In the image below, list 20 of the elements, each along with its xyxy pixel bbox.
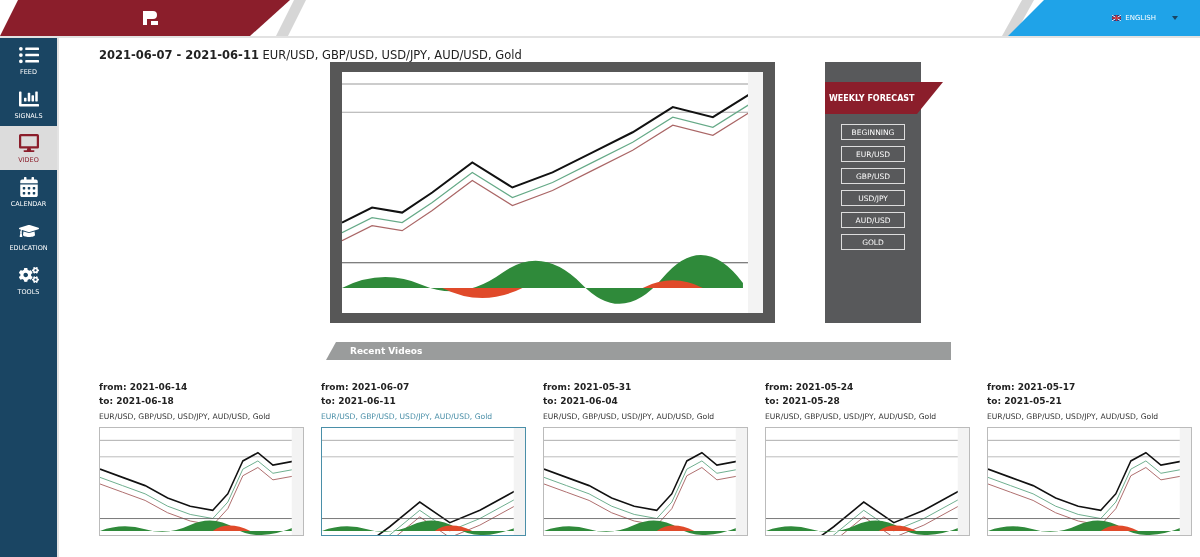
nav-icon [18, 132, 39, 153]
flag-icon [1112, 15, 1122, 21]
caret-icon [1172, 16, 1178, 20]
nav-icon [18, 264, 39, 285]
from-date: from: 2021-06-07 [321, 381, 411, 394]
from-date: from: 2021-06-14 [99, 381, 189, 394]
section-title: Recent Videos [350, 346, 423, 356]
from-date: from: 2021-05-24 [765, 381, 855, 394]
forecast-title: WEEKLY FORECAST [825, 82, 943, 114]
to-date: to: 2021-05-28 [765, 395, 841, 408]
to-date: to: 2021-06-04 [543, 395, 619, 408]
nav-icon [18, 176, 39, 197]
from-date: from: 2021-05-17 [987, 381, 1077, 394]
to-date: to: 2021-05-21 [987, 395, 1063, 408]
video-title: 2021-06-07 - 2021-06-11 EUR/USD, GBP/USD, USD/JPY, AUD/USD, Gold [99, 48, 523, 64]
logo-icon [141, 9, 159, 27]
from-date: from: 2021-05-31 [543, 381, 633, 394]
nav-icon [18, 44, 39, 65]
to-date: to: 2021-06-11 [321, 395, 397, 408]
to-date: to: 2021-06-18 [99, 395, 175, 408]
